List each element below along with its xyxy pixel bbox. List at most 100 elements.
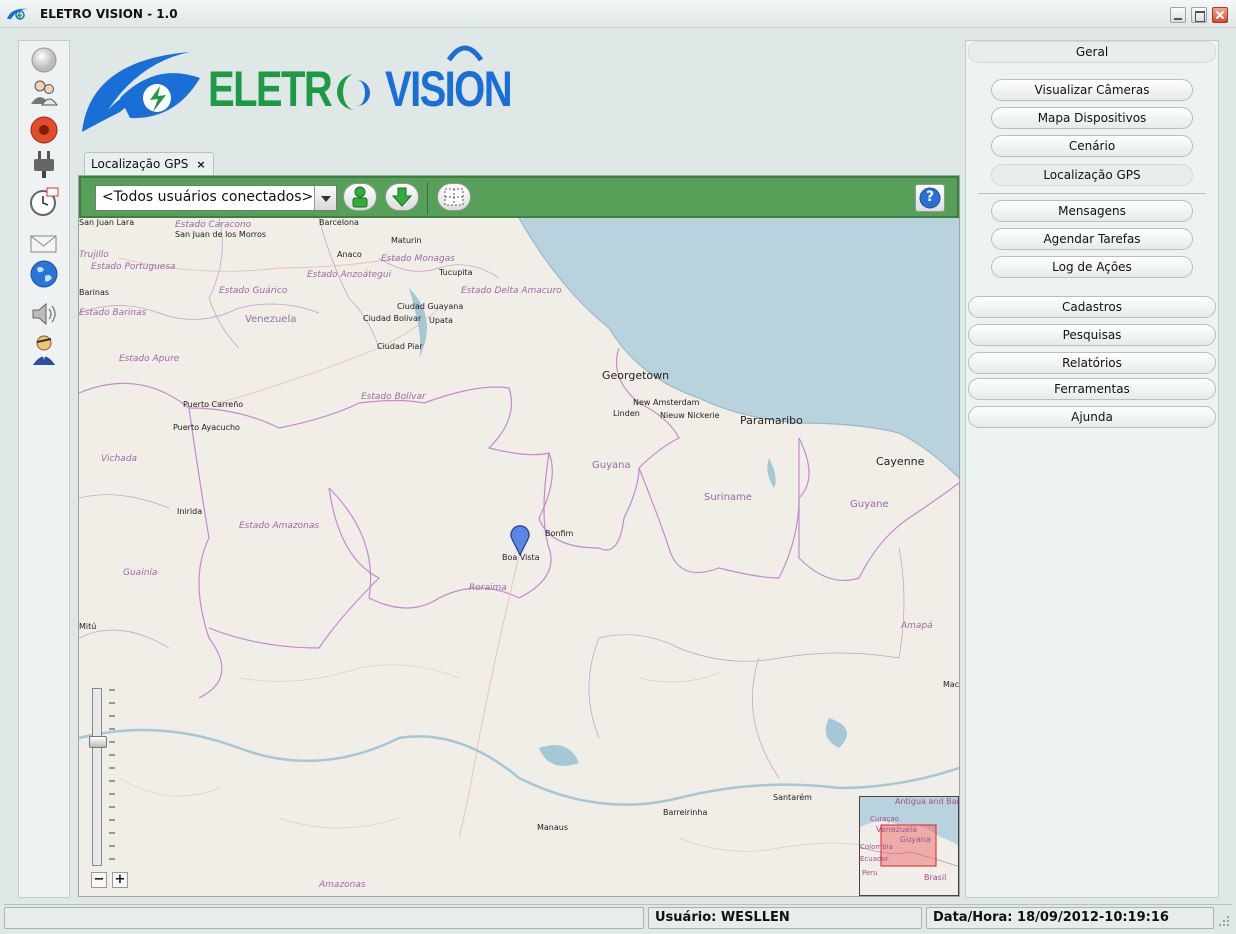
nav-cenario[interactable]: Cenário <box>991 135 1193 157</box>
help-label: ? <box>926 189 935 205</box>
globe-icon[interactable] <box>29 259 59 289</box>
user-select[interactable]: <Todos usuários conectados> <box>95 185 337 211</box>
map-label: Inirida <box>177 507 203 516</box>
zoom-control[interactable]: − + <box>89 688 128 896</box>
status-bar: Usuário: WESLLEN Data/Hora: 18/09/2012-1… <box>4 904 1232 930</box>
map-label: Estado Amazonas <box>239 521 320 531</box>
minimap-label: Curaçao <box>870 815 899 823</box>
map-label: Bonfim <box>545 529 574 538</box>
map-label: Guainía <box>123 568 158 578</box>
minimap-label: Colombia <box>860 843 893 851</box>
zoom-in-button[interactable]: + <box>112 872 128 888</box>
map-label: Guyana <box>592 460 631 471</box>
close-button[interactable] <box>1212 7 1228 23</box>
logo-text-vision: VISION <box>385 61 513 117</box>
map-label: San Juan de los Morros <box>175 230 267 239</box>
user-location-icon <box>352 186 368 208</box>
map-label: Ciudad Guayana <box>397 302 464 311</box>
map-label: Georgetown <box>602 369 670 382</box>
speaker-icon[interactable] <box>29 299 59 329</box>
map-label: Barcelona <box>319 218 359 227</box>
map-label: Estado Barinas <box>79 308 147 318</box>
minimize-button[interactable] <box>1170 7 1186 23</box>
nav-cadastros[interactable]: Cadastros <box>968 296 1216 318</box>
map-canvas[interactable]: Barcelona San Juan de los Morros Anaco M… <box>79 218 959 896</box>
map-label: Linden <box>613 409 640 418</box>
map-label: Maca <box>943 680 959 689</box>
map-toolbar: <Todos usuários conectados> ? <box>79 176 959 218</box>
nav-agendar-tarefas[interactable]: Agendar Tarefas <box>991 228 1193 250</box>
download-button[interactable] <box>385 183 419 211</box>
status-user: Usuário: WESLLEN <box>648 907 922 929</box>
status-empty-cell <box>4 907 644 929</box>
map-label: Puerto Carreño <box>183 400 244 409</box>
map-label: Estado Apure <box>119 354 180 364</box>
app-logo-icon <box>7 8 29 20</box>
map-label: Estado Portuguesa <box>91 262 176 272</box>
resize-grip-icon[interactable] <box>1218 915 1230 927</box>
logo-o-icon <box>337 74 370 110</box>
map-label: Amapá <box>901 621 933 631</box>
map-label: Roraima <box>469 583 507 593</box>
map-label: Anaco <box>337 250 362 259</box>
minimap-label: Venezuela <box>876 825 918 834</box>
map-label: Ciudad Piar <box>377 342 423 351</box>
map-label: Santarém <box>773 793 812 802</box>
status-icon[interactable] <box>29 45 59 75</box>
tab-close-icon[interactable]: × <box>196 158 205 171</box>
plug-icon[interactable] <box>29 149 59 179</box>
minimap-label: Peru <box>862 869 878 877</box>
nav-ajunda[interactable]: Ajunda <box>968 406 1216 428</box>
nav-relatorios[interactable]: Relatórios <box>968 352 1216 374</box>
map-label: Manaus <box>537 823 569 832</box>
map-label: Estado Bolívar <box>361 392 426 402</box>
map-label: Estado Delta Amacuro <box>461 286 562 296</box>
minimap-label: Ecuador <box>860 855 889 863</box>
tab-localizacao-gps[interactable]: Localização GPS × <box>84 152 214 176</box>
map-label: Nieuw Nickerie <box>660 411 720 420</box>
zoom-out-button[interactable]: − <box>91 872 107 888</box>
map-label: Maturin <box>391 236 422 245</box>
locate-user-button[interactable] <box>343 183 377 211</box>
zoom-slider-handle[interactable] <box>89 736 107 748</box>
map-label: Estado Caracono <box>175 220 252 230</box>
map-label: Paramaribo <box>740 414 803 427</box>
map-label: Puerto Ayacucho <box>173 423 240 432</box>
location-marker-icon[interactable] <box>509 522 531 556</box>
users-icon[interactable] <box>29 77 59 107</box>
nav-mapa-dispositivos[interactable]: Mapa Dispositivos <box>991 107 1193 129</box>
nav-visualizar-cameras[interactable]: Visualizar Câmeras <box>991 79 1193 101</box>
operator-icon[interactable] <box>29 335 59 365</box>
gps-map-panel: <Todos usuários conectados> ? Barcelona … <box>78 175 960 897</box>
user-select-value: <Todos usuários conectados> <box>102 189 314 205</box>
logo-eye-arc-icon <box>446 45 484 62</box>
map-label: Estado Monagas <box>381 254 455 264</box>
chevron-down-icon[interactable] <box>314 186 336 210</box>
right-navigation-panel: Geral Visualizar Câmeras Mapa Dispositiv… <box>965 40 1219 898</box>
schedule-icon[interactable] <box>29 187 59 217</box>
map-label: Suriname <box>704 492 752 503</box>
nav-log-de-acoes[interactable]: Log de Ações <box>991 256 1193 278</box>
status-datetime: Data/Hora: 18/09/2012-10:19:16 <box>926 907 1214 929</box>
map-label: Estado Anzoátegui <box>307 270 392 280</box>
nav-geral[interactable]: Geral <box>968 41 1216 63</box>
nav-ferramentas[interactable]: Ferramentas <box>968 378 1216 400</box>
title-bar: ELETRO VISION - 1.0 <box>0 0 1236 28</box>
nav-localizacao-gps[interactable]: Localização GPS <box>991 164 1193 186</box>
minimap-label: Brasil <box>924 873 947 882</box>
nav-separator <box>978 193 1206 194</box>
map-label: Cayenne <box>876 455 925 468</box>
maximize-button[interactable] <box>1191 7 1207 23</box>
window-title: ELETRO VISION - 1.0 <box>40 7 178 21</box>
mail-icon[interactable] <box>29 229 59 259</box>
marker-label: Boa Vista <box>502 553 540 562</box>
logo-text-eletro: ELETR <box>208 61 333 117</box>
record-icon[interactable] <box>29 115 59 145</box>
overview-minimap[interactable]: Antigua and Barbuda Curaçao Venezuela Gu… <box>859 796 959 896</box>
zoom-track[interactable] <box>92 688 102 866</box>
map-label: Guyane <box>850 499 889 510</box>
grid-select-button[interactable] <box>437 183 471 211</box>
help-button[interactable]: ? <box>915 184 945 212</box>
nav-mensagens[interactable]: Mensagens <box>991 200 1193 222</box>
nav-pesquisas[interactable]: Pesquisas <box>968 324 1216 346</box>
